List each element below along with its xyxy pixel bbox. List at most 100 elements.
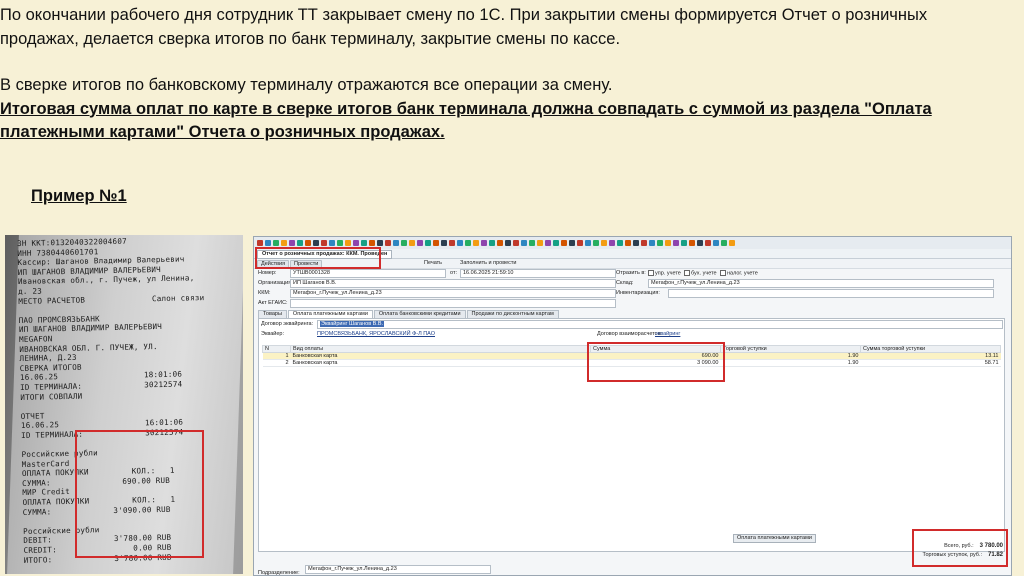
- reflect-accounting[interactable]: бух. учете: [684, 270, 717, 277]
- toolbar-icon[interactable]: [497, 240, 503, 246]
- contract-link[interactable]: эквайринг: [655, 331, 680, 338]
- division-field[interactable]: Мегафон_г.Пучеж_ул.Ленина_д.23: [305, 565, 492, 574]
- row-fee-pct: 1.90: [720, 352, 861, 360]
- toolbar-icon[interactable]: [425, 240, 431, 246]
- toolbar-icon[interactable]: [449, 240, 455, 246]
- toolbar-icon[interactable]: [305, 240, 311, 246]
- toolbar-icon[interactable]: [257, 240, 263, 246]
- toolbar-icon[interactable]: [401, 240, 407, 246]
- warehouse-label: Склад:: [616, 280, 634, 286]
- acquirer-contract-field[interactable]: Эквайринг Шаганов В.В.: [317, 320, 1003, 329]
- toolbar-icon[interactable]: [681, 240, 687, 246]
- date-field[interactable]: 16.06.2025 21:59:10: [460, 269, 616, 278]
- toolbar-icon[interactable]: [673, 240, 679, 246]
- toolbar-icon[interactable]: [393, 240, 399, 246]
- toolbar-icon[interactable]: [649, 240, 655, 246]
- toolbar-icon[interactable]: [577, 240, 583, 246]
- toolbar-icon[interactable]: [481, 240, 487, 246]
- toolbar-icon[interactable]: [369, 240, 375, 246]
- fill-button[interactable]: Заполнить и провести: [460, 260, 517, 267]
- toolbar-icon[interactable]: [625, 240, 631, 246]
- egais-field[interactable]: [290, 299, 616, 308]
- reflect-tax[interactable]: налог. учете: [720, 270, 758, 277]
- kkm-field[interactable]: Мегафон_г.Пучеж_ул.Ленина_д.23: [290, 289, 616, 298]
- toolbar-icon[interactable]: [569, 240, 575, 246]
- reconciliation-paragraph: В сверке итогов по банковскому терминалу…: [0, 76, 613, 94]
- toolbar-icon[interactable]: [345, 240, 351, 246]
- number-field[interactable]: УТШВ0001328: [290, 269, 446, 278]
- toolbar-icon[interactable]: [617, 240, 623, 246]
- toolbar-icon[interactable]: [689, 240, 695, 246]
- toolbar-icon[interactable]: [609, 240, 615, 246]
- toolbar-icon[interactable]: [409, 240, 415, 246]
- toolbar-icon[interactable]: [657, 240, 663, 246]
- row-type: Банковская карта: [290, 359, 591, 367]
- toolbar-icon[interactable]: [521, 240, 527, 246]
- toolbar-icon[interactable]: [321, 240, 327, 246]
- col-fee-pct[interactable]: Торговой уступки: [720, 345, 861, 353]
- contract-label: Договор взаиморасчетов:: [597, 331, 663, 337]
- toolbar-icon[interactable]: [713, 240, 719, 246]
- toolbar-icon[interactable]: [545, 240, 551, 246]
- toolbar-icon[interactable]: [585, 240, 591, 246]
- toolbar-icon[interactable]: [337, 240, 343, 246]
- title-highlight-box: [255, 247, 381, 269]
- toolbar-icon[interactable]: [601, 240, 607, 246]
- row-fee-pct: 1.90: [720, 359, 861, 367]
- toolbar-icon[interactable]: [633, 240, 639, 246]
- toolbar-icon[interactable]: [457, 240, 463, 246]
- toolbar-icon[interactable]: [665, 240, 671, 246]
- print-button[interactable]: Печать: [424, 260, 442, 267]
- toolbar-icon[interactable]: [329, 240, 335, 246]
- acquirer-link[interactable]: ПРОМСВЯЗЬБАНК, ЯРОСЛАВСКИЙ Ф-Л ПАО: [317, 331, 435, 338]
- toolbar-icon[interactable]: [441, 240, 447, 246]
- toolbar-icon[interactable]: [473, 240, 479, 246]
- toolbar-icon[interactable]: [505, 240, 511, 246]
- warehouse-field[interactable]: Мегафон_г.Пучеж_ул.Ленина_д.23: [648, 279, 994, 288]
- toolbar-icon[interactable]: [553, 240, 559, 246]
- toolbar-icon[interactable]: [529, 240, 535, 246]
- toolbar-icon[interactable]: [385, 240, 391, 246]
- toolbar-icon[interactable]: [513, 240, 519, 246]
- toolbar-icon[interactable]: [433, 240, 439, 246]
- toolbar-icon[interactable]: [289, 240, 295, 246]
- reflect-management[interactable]: упр. учете: [648, 270, 681, 277]
- example-heading: Пример №1: [31, 187, 127, 205]
- acquirer-contract-label: Договор эквайринга:: [261, 321, 314, 327]
- division-row: Подразделение: Мегафон_г.Пучеж_ул.Ленина…: [258, 565, 492, 576]
- toolbar-icon[interactable]: [697, 240, 703, 246]
- onec-window: Отчет о розничных продажах: ККМ. Проведе…: [253, 236, 1012, 576]
- toolbar-icon[interactable]: [281, 240, 287, 246]
- inventory-field[interactable]: [668, 289, 994, 298]
- number-label: Номер:: [258, 270, 277, 276]
- toolbar-icon[interactable]: [729, 240, 735, 246]
- col-type[interactable]: Вид оплаты: [290, 345, 591, 353]
- toolbar-icon[interactable]: [265, 240, 271, 246]
- receipt-photo: ЗН ККТ:0132040322004607 ИНН 7380440601701…: [5, 235, 243, 574]
- toolbar-icon[interactable]: [537, 240, 543, 246]
- toolbar-icon[interactable]: [641, 240, 647, 246]
- toolbar-icon[interactable]: [417, 240, 423, 246]
- toolbar-icon[interactable]: [705, 240, 711, 246]
- acquirer-label: Эквайер:: [261, 331, 284, 337]
- toolbar-icon[interactable]: [721, 240, 727, 246]
- col-n[interactable]: N: [262, 345, 291, 353]
- toolbar-icon[interactable]: [313, 240, 319, 246]
- toolbar-icon[interactable]: [361, 240, 367, 246]
- card-payment-button[interactable]: Оплата платежными картами: [733, 534, 816, 543]
- toolbar-icon[interactable]: [489, 240, 495, 246]
- reflect-label: Отразить в:: [616, 270, 646, 276]
- toolbar-icon[interactable]: [297, 240, 303, 246]
- row-n: 2: [262, 359, 291, 367]
- toolbar-icon[interactable]: [377, 240, 383, 246]
- intro-paragraph: По окончании рабочего дня сотрудник ТТ з…: [0, 6, 928, 48]
- toolbar-icon[interactable]: [353, 240, 359, 246]
- toolbar-icon[interactable]: [593, 240, 599, 246]
- col-fee-sum[interactable]: Сумма торговой уступки: [860, 345, 1001, 353]
- org-field[interactable]: ИП Шаганов В.В.: [290, 279, 616, 288]
- row-n: 1: [262, 352, 291, 360]
- toolbar-icon[interactable]: [273, 240, 279, 246]
- toolbar-icon[interactable]: [465, 240, 471, 246]
- division-label: Подразделение:: [258, 570, 300, 576]
- toolbar-icon[interactable]: [561, 240, 567, 246]
